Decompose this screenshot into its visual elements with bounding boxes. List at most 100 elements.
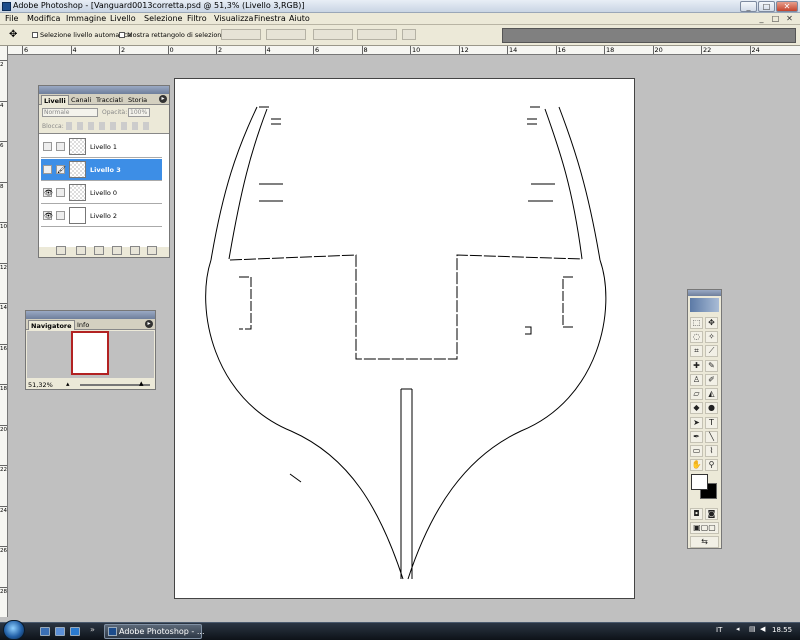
tab-tracciati[interactable]: Tracciati — [94, 95, 125, 105]
eyedropper-tool-icon[interactable]: ⌇ — [705, 445, 718, 457]
tab-canali[interactable]: Canali — [69, 95, 93, 105]
path-selection-tool-icon[interactable]: ➤ — [690, 417, 703, 429]
volume-icon[interactable]: ◀ — [760, 625, 765, 633]
eye-icon[interactable]: 👁 — [43, 211, 53, 220]
lock-icons[interactable] — [66, 122, 150, 130]
layer-row[interactable]: 👁 Livello 2 — [41, 205, 162, 227]
standard-mode-icon[interactable]: ◘ — [690, 508, 703, 520]
clock[interactable]: 18.55 — [772, 626, 792, 634]
screen-mode-buttons[interactable]: ▣▢▢ — [690, 522, 719, 534]
close-button[interactable]: ✕ — [776, 1, 798, 12]
navigator-zoom-field[interactable]: 51,32% — [28, 381, 53, 389]
navigator-preview[interactable] — [27, 331, 154, 378]
layer-row[interactable]: 👁 Livello 0 — [41, 182, 162, 204]
menu-livello[interactable]: Livello — [110, 14, 136, 23]
blend-mode-select[interactable]: Normale — [42, 108, 98, 117]
quicklaunch-more-icon[interactable]: » — [90, 625, 95, 634]
crop-tool-icon[interactable]: ⌗ — [690, 345, 703, 357]
visibility-toggle[interactable] — [43, 165, 52, 174]
history-brush-tool-icon[interactable]: ✐ — [705, 374, 718, 386]
clone-stamp-tool-icon[interactable]: ♙ — [690, 374, 703, 386]
layer-set-button[interactable] — [94, 246, 104, 255]
start-button[interactable] — [3, 620, 25, 640]
browser-icon[interactable] — [70, 627, 80, 636]
zoom-in-icon[interactable]: ▴ — [139, 380, 149, 389]
brush-icon[interactable]: 🖌 — [56, 165, 66, 174]
distribute-horizontal-buttons-group[interactable] — [357, 29, 397, 40]
magic-wand-tool-icon[interactable]: ✧ — [705, 331, 718, 343]
link-toggle[interactable] — [56, 211, 65, 220]
trash-icon[interactable] — [147, 246, 157, 255]
tray-expand-icon[interactable]: ◂ — [736, 625, 740, 633]
taskbar-photoshop-button[interactable]: Adobe Photoshop - ... — [104, 624, 204, 639]
dodge-tool-icon[interactable]: ● — [705, 402, 718, 414]
notes-tool-icon[interactable]: ▭ — [690, 445, 703, 457]
doc-close-button[interactable]: ✕ — [784, 14, 795, 24]
adjustment-layer-button[interactable] — [112, 246, 122, 255]
type-tool-icon[interactable]: T — [705, 417, 718, 429]
link-toggle[interactable] — [56, 142, 65, 151]
show-bbox-checkbox[interactable] — [119, 32, 125, 38]
network-icon[interactable]: ▤ — [749, 625, 756, 633]
adobe-online-icon[interactable] — [690, 298, 719, 312]
marquee-tool-icon[interactable]: ⬚ — [690, 317, 703, 329]
eraser-tool-icon[interactable]: ▱ — [690, 388, 703, 400]
layer-row[interactable]: Livello 1 — [41, 136, 162, 158]
lasso-tool-icon[interactable]: ◌ — [690, 331, 703, 343]
align-vertical-buttons-group[interactable] — [266, 29, 306, 40]
tab-info[interactable]: Info — [75, 320, 91, 330]
navigator-view-frame[interactable] — [71, 331, 109, 375]
menu-filtro[interactable]: Filtro — [187, 14, 207, 23]
layer-style-button[interactable] — [56, 246, 66, 255]
language-indicator[interactable]: IT — [716, 626, 722, 634]
tab-storia[interactable]: Storia — [126, 95, 149, 105]
navigator-menu-button[interactable]: ▸ — [145, 320, 153, 328]
show-desktop-icon[interactable] — [40, 627, 50, 636]
document-canvas[interactable] — [174, 78, 635, 599]
paint-bucket-tool-icon[interactable]: ◭ — [705, 388, 718, 400]
maximize-button[interactable]: □ — [758, 1, 775, 12]
quick-mask-mode-icon[interactable]: ◙ — [705, 508, 718, 520]
hand-tool-icon[interactable]: ✋ — [690, 459, 703, 471]
move-tool-icon[interactable]: ✥ — [9, 29, 23, 42]
minimize-button[interactable]: _ — [740, 1, 757, 12]
tab-navigatore[interactable]: Navigatore — [28, 320, 75, 330]
menu-immagine[interactable]: Immagine — [66, 14, 106, 23]
menu-modifica[interactable]: Modifica — [27, 14, 60, 23]
move-tool-icon[interactable]: ✥ — [705, 317, 718, 329]
tab-livelli[interactable]: Livelli — [41, 95, 69, 105]
healing-brush-tool-icon[interactable]: ✚ — [690, 360, 703, 372]
blur-tool-icon[interactable]: ◆ — [690, 402, 703, 414]
opacity-field[interactable]: 100% — [128, 108, 150, 117]
pen-tool-icon[interactable]: ✒ — [690, 431, 703, 443]
line-tool-icon[interactable]: ╲ — [705, 431, 718, 443]
menu-aiuto[interactable]: Aiuto — [289, 14, 310, 23]
foreground-color-swatch-top[interactable] — [691, 474, 708, 490]
distribute-buttons-group[interactable] — [313, 29, 353, 40]
layers-menu-button[interactable]: ▸ — [159, 95, 167, 103]
slice-tool-icon[interactable]: ⟋ — [705, 345, 718, 357]
zoom-out-icon[interactable]: ▴ — [66, 381, 76, 388]
auto-align-button[interactable] — [402, 29, 416, 40]
brush-tool-icon[interactable]: ✎ — [705, 360, 718, 372]
navigator-titlebar[interactable] — [26, 311, 155, 319]
menu-finestra[interactable]: Finestra — [254, 14, 286, 23]
layer-mask-button[interactable] — [76, 246, 86, 255]
eye-icon[interactable]: 👁 — [43, 188, 53, 197]
switch-windows-icon[interactable] — [55, 627, 65, 636]
toolbox-titlebar[interactable] — [688, 290, 721, 296]
doc-restore-button[interactable]: □ — [770, 14, 781, 24]
align-buttons-group[interactable] — [221, 29, 261, 40]
doc-minimize-button[interactable]: _ — [756, 14, 767, 24]
jump-to-imageready-button[interactable]: ⇆ — [690, 536, 719, 548]
menu-selezione[interactable]: Selezione — [144, 14, 182, 23]
new-layer-button[interactable] — [130, 246, 140, 255]
zoom-tool-icon[interactable]: ⚲ — [705, 459, 718, 471]
link-toggle[interactable] — [56, 188, 65, 197]
menu-file[interactable]: File — [5, 14, 18, 23]
auto-select-checkbox[interactable] — [32, 32, 38, 38]
layer-row-selected[interactable]: 🖌 Livello 3 — [41, 159, 162, 181]
menu-visualizza[interactable]: Visualizza — [214, 14, 253, 23]
visibility-toggle[interactable] — [43, 142, 52, 151]
layers-palette-titlebar[interactable] — [39, 86, 169, 94]
